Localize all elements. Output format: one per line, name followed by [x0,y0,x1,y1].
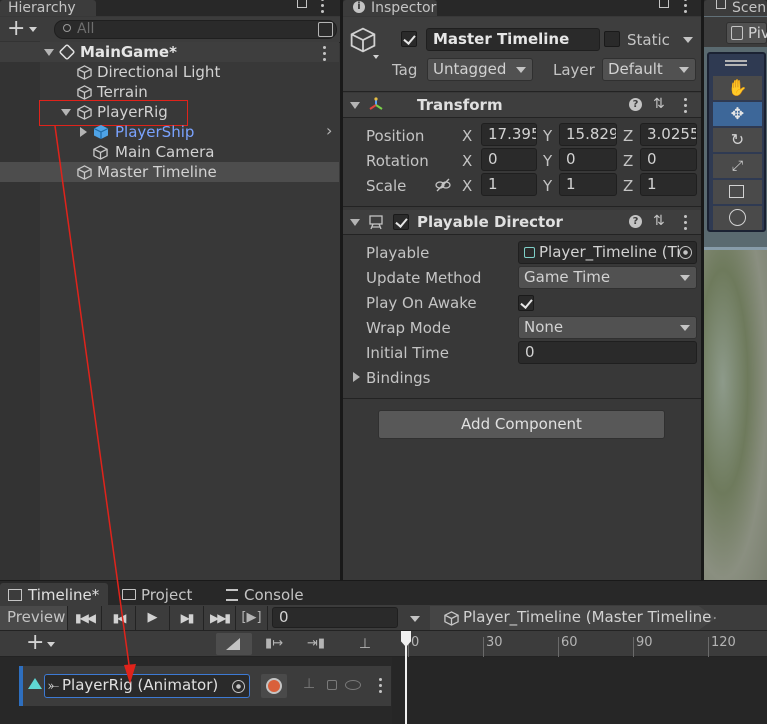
annotation-arrow [54,125,136,684]
